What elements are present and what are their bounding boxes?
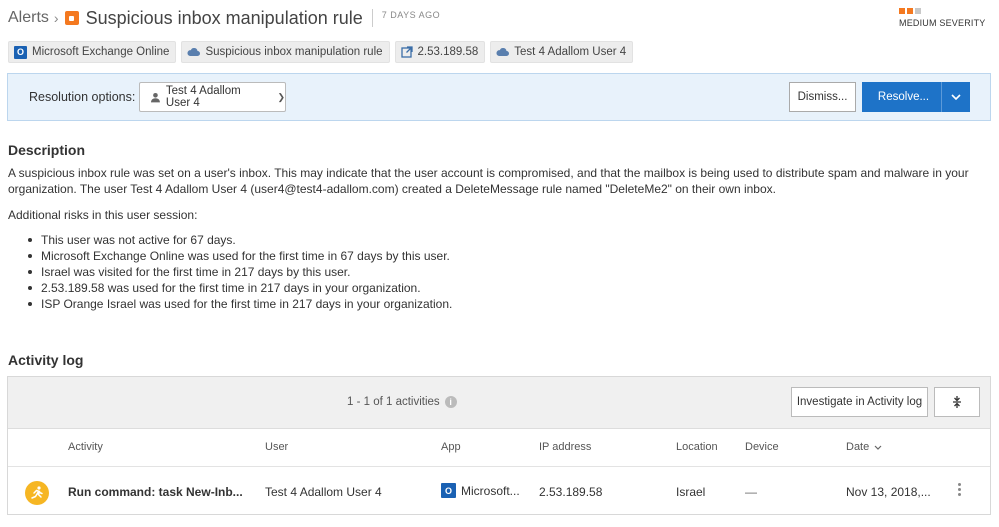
activity-log-heading: Activity log bbox=[8, 352, 84, 368]
list-item: Israel was visited for the first time in… bbox=[28, 264, 452, 280]
row-app[interactable]: O Microsoft... bbox=[441, 483, 520, 498]
col-app[interactable]: App bbox=[441, 441, 461, 453]
col-date-label: Date bbox=[846, 441, 870, 453]
tag-label: Microsoft Exchange Online bbox=[32, 46, 170, 58]
expand-collapse-button[interactable] bbox=[934, 387, 980, 417]
list-item: This user was not active for 67 days. bbox=[28, 232, 452, 248]
row-user[interactable]: Test 4 Adallom User 4 bbox=[265, 485, 382, 499]
risk-list: This user was not active for 67 days. Mi… bbox=[28, 232, 452, 312]
row-app-label: Microsoft... bbox=[461, 483, 520, 498]
severity-label: MEDIUM SEVERITY bbox=[899, 18, 986, 28]
chevron-down-icon: ❯ bbox=[277, 91, 285, 102]
row-ip[interactable]: 2.53.189.58 bbox=[539, 485, 602, 499]
title-divider bbox=[371, 9, 373, 27]
expand-collapse-icon bbox=[953, 396, 961, 408]
exchange-icon: O bbox=[14, 45, 27, 59]
additional-risks-label: Additional risks in this user session: bbox=[8, 208, 198, 222]
header-divider bbox=[8, 466, 990, 467]
alert-age: 7 DAYS AGO bbox=[381, 10, 441, 20]
tag-label: Suspicious inbox manipulation rule bbox=[205, 46, 383, 58]
tag-ip-address[interactable]: 2.53.189.58 bbox=[394, 41, 486, 63]
resolution-label: Resolution options: bbox=[29, 90, 136, 104]
page-title: Suspicious inbox manipulation rule bbox=[85, 7, 363, 28]
list-item: ISP Orange Israel was used for the first… bbox=[28, 296, 452, 312]
col-device[interactable]: Device bbox=[745, 441, 779, 453]
tag-alert-policy[interactable]: Suspicious inbox manipulation rule bbox=[181, 41, 390, 63]
severity-bar bbox=[899, 8, 905, 14]
cloud-icon bbox=[496, 48, 510, 56]
selected-user: Test 4 Adallom User 4 bbox=[165, 85, 241, 109]
activity-toolbar: 1 - 1 of 1 activities i Investigate in A… bbox=[8, 377, 990, 429]
tag-exchange[interactable]: O Microsoft Exchange Online bbox=[8, 41, 177, 63]
entity-tags: O Microsoft Exchange Online Suspicious i… bbox=[8, 41, 634, 63]
resolution-bar: Resolution options: Test 4 Adallom User … bbox=[7, 73, 991, 121]
breadcrumb-separator: › bbox=[53, 10, 59, 26]
cloud-icon bbox=[187, 48, 201, 56]
run-command-icon bbox=[25, 481, 49, 505]
activity-count: 1 - 1 of 1 activities i bbox=[347, 396, 457, 408]
tag-label: Test 4 Adallom User 4 bbox=[514, 46, 627, 58]
sort-chevron-down-icon bbox=[874, 445, 882, 450]
description-text: A suspicious inbox rule was set on a use… bbox=[8, 166, 969, 196]
col-ip-address[interactable]: IP address bbox=[539, 441, 591, 453]
col-date[interactable]: Date bbox=[846, 441, 882, 453]
row-date: Nov 13, 2018,... bbox=[846, 485, 931, 499]
tag-label: 2.53.189.58 bbox=[417, 46, 479, 58]
user-select-dropdown[interactable]: Test 4 Adallom User 4 ❯ bbox=[139, 82, 286, 112]
investigate-button[interactable]: Investigate in Activity log bbox=[791, 387, 928, 417]
severity-square-icon bbox=[64, 11, 79, 25]
user-icon bbox=[151, 92, 160, 102]
exchange-icon: O bbox=[441, 483, 456, 498]
col-location[interactable]: Location bbox=[676, 441, 718, 453]
row-device: — bbox=[745, 485, 757, 499]
row-location: Israel bbox=[676, 485, 706, 499]
alert-header: Alerts › Suspicious inbox manipulation r… bbox=[8, 6, 991, 30]
external-link-icon bbox=[400, 46, 413, 58]
severity-bar bbox=[915, 8, 921, 14]
severity-bar bbox=[907, 8, 913, 14]
activity-log-panel: 1 - 1 of 1 activities i Investigate in A… bbox=[7, 376, 991, 515]
severity-indicator: MEDIUM SEVERITY bbox=[899, 8, 991, 28]
list-item: Microsoft Exchange Online was used for t… bbox=[28, 248, 452, 264]
description-heading: Description bbox=[8, 142, 86, 158]
severity-bars-icon bbox=[899, 8, 991, 14]
info-icon[interactable]: i bbox=[444, 396, 457, 408]
dismiss-button[interactable]: Dismiss... bbox=[789, 82, 856, 112]
row-activity[interactable]: Run command: task New-Inb... bbox=[68, 485, 243, 499]
tag-user[interactable]: Test 4 Adallom User 4 bbox=[490, 41, 634, 63]
resolve-button-group: Resolve... bbox=[862, 82, 970, 112]
breadcrumb-alerts[interactable]: Alerts bbox=[8, 9, 49, 27]
list-item: 2.53.189.58 was used for the first time … bbox=[28, 280, 452, 296]
row-more-options-icon[interactable] bbox=[958, 483, 961, 496]
col-user[interactable]: User bbox=[265, 441, 288, 453]
activity-count-text: 1 - 1 of 1 activities bbox=[347, 396, 440, 408]
col-activity[interactable]: Activity bbox=[68, 441, 103, 453]
resolve-button[interactable]: Resolve... bbox=[862, 82, 941, 112]
resolve-dropdown-chevron-icon[interactable] bbox=[941, 82, 970, 112]
